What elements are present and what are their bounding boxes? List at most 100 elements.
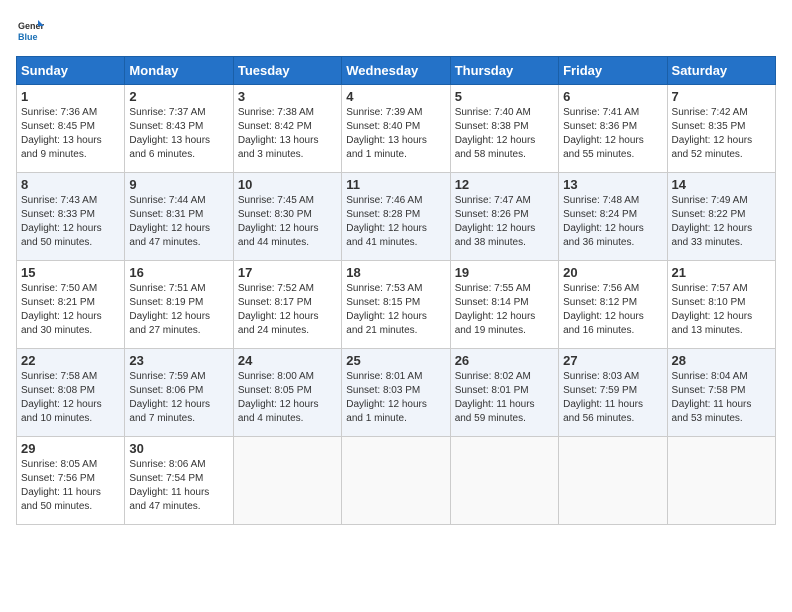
day-number: 14 (672, 177, 771, 192)
day-info: Sunrise: 7:58 AM Sunset: 8:08 PM Dayligh… (21, 370, 120, 426)
day-number: 2 (129, 89, 228, 104)
day-number: 3 (238, 89, 337, 104)
day-info: Sunrise: 7:50 AM Sunset: 8:21 PM Dayligh… (21, 282, 120, 338)
day-info: Sunrise: 7:46 AM Sunset: 8:28 PM Dayligh… (346, 194, 445, 250)
day-info: Sunrise: 7:37 AM Sunset: 8:43 PM Dayligh… (129, 106, 228, 162)
day-cell (667, 437, 775, 525)
day-cell: 1Sunrise: 7:36 AM Sunset: 8:45 PM Daylig… (17, 85, 125, 173)
day-cell: 19 Sunrise: 7:55 AM Sunset: 8:14 PM Dayli… (450, 261, 558, 349)
day-number: 23 (129, 353, 228, 368)
day-cell: 26 Sunrise: 8:02 AM Sunset: 8:01 PM Dayli… (450, 349, 558, 437)
day-number: 28 (672, 353, 771, 368)
day-cell: 16 Sunrise: 7:51 AM Sunset: 8:19 PM Dayli… (125, 261, 233, 349)
day-info: Sunrise: 7:59 AM Sunset: 8:06 PM Dayligh… (129, 370, 228, 426)
day-number: 6 (563, 89, 662, 104)
day-cell: 24 Sunrise: 8:00 AM Sunset: 8:05 PM Dayli… (233, 349, 341, 437)
day-cell: 20 Sunrise: 7:56 AM Sunset: 8:12 PM Dayli… (559, 261, 667, 349)
day-cell: 4 Sunrise: 7:39 AM Sunset: 8:40 PM Daylig… (342, 85, 450, 173)
day-number: 4 (346, 89, 445, 104)
day-info: Sunrise: 7:47 AM Sunset: 8:26 PM Dayligh… (455, 194, 554, 250)
day-number: 5 (455, 89, 554, 104)
col-header-saturday: Saturday (667, 57, 775, 85)
day-info: Sunrise: 7:39 AM Sunset: 8:40 PM Dayligh… (346, 106, 445, 162)
day-number: 26 (455, 353, 554, 368)
day-info: Sunrise: 7:55 AM Sunset: 8:14 PM Dayligh… (455, 282, 554, 338)
day-info: Sunrise: 8:06 AM Sunset: 7:54 PM Dayligh… (129, 458, 228, 514)
day-info: Sunrise: 7:56 AM Sunset: 8:12 PM Dayligh… (563, 282, 662, 338)
svg-text:Blue: Blue (18, 32, 38, 42)
day-cell: 11 Sunrise: 7:46 AM Sunset: 8:28 PM Dayli… (342, 173, 450, 261)
day-number: 19 (455, 265, 554, 280)
day-info: Sunrise: 7:53 AM Sunset: 8:15 PM Dayligh… (346, 282, 445, 338)
day-info: Sunrise: 7:44 AM Sunset: 8:31 PM Dayligh… (129, 194, 228, 250)
col-header-monday: Monday (125, 57, 233, 85)
day-cell: 25Sunrise: 8:01 AM Sunset: 8:03 PM Dayli… (342, 349, 450, 437)
week-row-3: 15 Sunrise: 7:50 AM Sunset: 8:21 PM Dayli… (17, 261, 776, 349)
day-cell: 7 Sunrise: 7:42 AM Sunset: 8:35 PM Daylig… (667, 85, 775, 173)
day-cell (342, 437, 450, 525)
day-number: 7 (672, 89, 771, 104)
day-cell (450, 437, 558, 525)
day-number: 30 (129, 441, 228, 456)
week-row-5: 29Sunrise: 8:05 AM Sunset: 7:56 PM Dayli… (17, 437, 776, 525)
day-number: 13 (563, 177, 662, 192)
day-number: 11 (346, 177, 445, 192)
page-header: General Blue (16, 16, 776, 44)
day-number: 17 (238, 265, 337, 280)
day-cell: 8 Sunrise: 7:43 AM Sunset: 8:33 PM Daylig… (17, 173, 125, 261)
day-number: 22 (21, 353, 120, 368)
day-cell: 22 Sunrise: 7:58 AM Sunset: 8:08 PM Dayli… (17, 349, 125, 437)
week-row-2: 8 Sunrise: 7:43 AM Sunset: 8:33 PM Daylig… (17, 173, 776, 261)
week-row-1: 1Sunrise: 7:36 AM Sunset: 8:45 PM Daylig… (17, 85, 776, 173)
calendar-body: 1Sunrise: 7:36 AM Sunset: 8:45 PM Daylig… (17, 85, 776, 525)
day-info: Sunrise: 7:51 AM Sunset: 8:19 PM Dayligh… (129, 282, 228, 338)
day-cell: 13 Sunrise: 7:48 AM Sunset: 8:24 PM Dayli… (559, 173, 667, 261)
logo-icon: General Blue (16, 16, 44, 44)
day-number: 18 (346, 265, 445, 280)
day-cell: 17 Sunrise: 7:52 AM Sunset: 8:17 PM Dayli… (233, 261, 341, 349)
day-cell: 3 Sunrise: 7:38 AM Sunset: 8:42 PM Daylig… (233, 85, 341, 173)
day-info: Sunrise: 8:05 AM Sunset: 7:56 PM Dayligh… (21, 458, 120, 514)
day-info: Sunrise: 7:49 AM Sunset: 8:22 PM Dayligh… (672, 194, 771, 250)
day-cell: 30 Sunrise: 8:06 AM Sunset: 7:54 PM Dayli… (125, 437, 233, 525)
day-info: Sunrise: 7:52 AM Sunset: 8:17 PM Dayligh… (238, 282, 337, 338)
day-cell: 10Sunrise: 7:45 AM Sunset: 8:30 PM Dayli… (233, 173, 341, 261)
day-info: Sunrise: 8:00 AM Sunset: 8:05 PM Dayligh… (238, 370, 337, 426)
col-header-friday: Friday (559, 57, 667, 85)
week-row-4: 22 Sunrise: 7:58 AM Sunset: 8:08 PM Dayli… (17, 349, 776, 437)
day-cell: 27Sunrise: 8:03 AM Sunset: 7:59 PM Dayli… (559, 349, 667, 437)
day-info: Sunrise: 7:48 AM Sunset: 8:24 PM Dayligh… (563, 194, 662, 250)
day-info: Sunrise: 7:57 AM Sunset: 8:10 PM Dayligh… (672, 282, 771, 338)
day-number: 1 (21, 89, 120, 104)
day-number: 27 (563, 353, 662, 368)
day-number: 9 (129, 177, 228, 192)
day-cell: 18 Sunrise: 7:53 AM Sunset: 8:15 PM Dayli… (342, 261, 450, 349)
day-number: 16 (129, 265, 228, 280)
col-header-thursday: Thursday (450, 57, 558, 85)
day-info: Sunrise: 7:41 AM Sunset: 8:36 PM Dayligh… (563, 106, 662, 162)
day-cell: 23 Sunrise: 7:59 AM Sunset: 8:06 PM Dayli… (125, 349, 233, 437)
calendar-table: SundayMondayTuesdayWednesdayThursdayFrid… (16, 56, 776, 525)
col-header-tuesday: Tuesday (233, 57, 341, 85)
day-info: Sunrise: 7:43 AM Sunset: 8:33 PM Dayligh… (21, 194, 120, 250)
day-info: Sunrise: 8:02 AM Sunset: 8:01 PM Dayligh… (455, 370, 554, 426)
day-cell: 28 Sunrise: 8:04 AM Sunset: 7:58 PM Dayli… (667, 349, 775, 437)
day-cell: 2 Sunrise: 7:37 AM Sunset: 8:43 PM Daylig… (125, 85, 233, 173)
day-cell: 15 Sunrise: 7:50 AM Sunset: 8:21 PM Dayli… (17, 261, 125, 349)
day-number: 12 (455, 177, 554, 192)
day-info: Sunrise: 8:04 AM Sunset: 7:58 PM Dayligh… (672, 370, 771, 426)
day-info: Sunrise: 7:38 AM Sunset: 8:42 PM Dayligh… (238, 106, 337, 162)
day-info: Sunrise: 7:42 AM Sunset: 8:35 PM Dayligh… (672, 106, 771, 162)
day-cell: 5Sunrise: 7:40 AM Sunset: 8:38 PM Daylig… (450, 85, 558, 173)
day-number: 15 (21, 265, 120, 280)
day-cell: 9 Sunrise: 7:44 AM Sunset: 8:31 PM Daylig… (125, 173, 233, 261)
day-cell (233, 437, 341, 525)
day-number: 8 (21, 177, 120, 192)
day-number: 10 (238, 177, 337, 192)
calendar-header-row: SundayMondayTuesdayWednesdayThursdayFrid… (17, 57, 776, 85)
day-info: Sunrise: 8:01 AM Sunset: 8:03 PM Dayligh… (346, 370, 445, 426)
day-cell (559, 437, 667, 525)
day-number: 20 (563, 265, 662, 280)
day-cell: 29Sunrise: 8:05 AM Sunset: 7:56 PM Dayli… (17, 437, 125, 525)
day-number: 24 (238, 353, 337, 368)
